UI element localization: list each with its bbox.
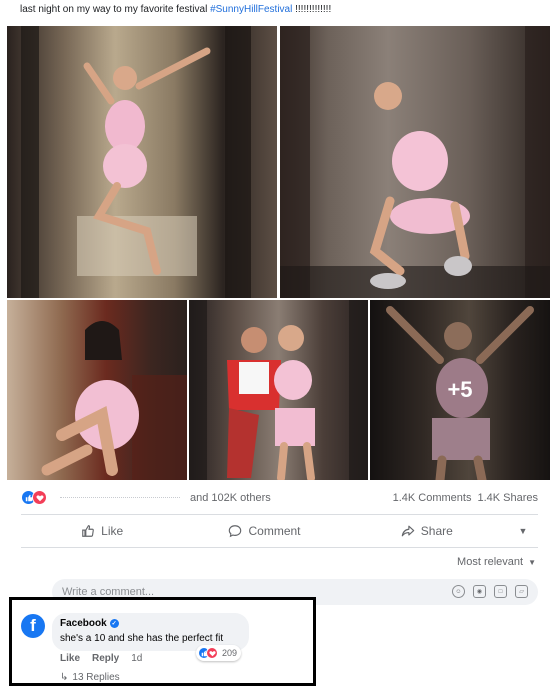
more-photos-overlay[interactable]: +5 bbox=[370, 300, 550, 480]
caret-down-icon: ▼ bbox=[528, 557, 536, 567]
love-reaction-icon bbox=[206, 647, 218, 659]
photo-3[interactable] bbox=[7, 300, 187, 480]
facebook-avatar[interactable]: f bbox=[21, 614, 45, 638]
photo-4[interactable] bbox=[189, 300, 368, 480]
photo-grid: +5 bbox=[0, 22, 554, 486]
like-button-label: Like bbox=[101, 524, 124, 538]
shares-count[interactable]: 1.4K Shares bbox=[477, 492, 538, 504]
thumbs-up-icon bbox=[82, 525, 94, 537]
composer-icons: ☺ ◉ □ ▱ bbox=[452, 585, 528, 598]
divider bbox=[21, 514, 538, 515]
reaction-others-text[interactable]: and 102K others bbox=[190, 492, 271, 504]
divider bbox=[21, 547, 538, 548]
photo-1[interactable] bbox=[7, 26, 277, 298]
view-replies-link[interactable]: ↳ 13 Replies bbox=[60, 672, 120, 683]
reaction-icons[interactable] bbox=[21, 490, 47, 505]
sort-label: Most relevant bbox=[457, 556, 524, 568]
comments-count[interactable]: 1.4K Comments bbox=[393, 492, 472, 504]
comment-author[interactable]: Facebook ✓ bbox=[60, 618, 249, 629]
emoji-icon[interactable]: ☺ bbox=[452, 585, 465, 598]
comment-reply-link[interactable]: Reply bbox=[92, 653, 119, 664]
comment-like-link[interactable]: Like bbox=[60, 653, 80, 664]
gif-icon[interactable]: □ bbox=[494, 585, 507, 598]
camera-icon[interactable]: ◉ bbox=[473, 585, 486, 598]
caption-text: last night on my way to my favorite fest… bbox=[20, 4, 211, 15]
comment-icon bbox=[229, 525, 242, 538]
verified-badge-icon: ✓ bbox=[109, 619, 119, 628]
share-button-label: Share bbox=[420, 524, 453, 538]
like-button[interactable]: Like bbox=[21, 519, 183, 543]
reply-arrow-icon: ↳ bbox=[60, 672, 69, 683]
comment-reactions[interactable]: 209 bbox=[196, 645, 242, 661]
sticker-icon[interactable]: ▱ bbox=[515, 585, 528, 598]
audience-dropdown[interactable]: ▼ bbox=[508, 519, 538, 543]
caret-down-icon: ▼ bbox=[518, 526, 528, 536]
replies-count: 13 Replies bbox=[72, 672, 120, 683]
comment-timestamp[interactable]: 1d bbox=[131, 653, 142, 664]
photo-5[interactable]: +5 bbox=[370, 300, 550, 480]
comment-sort-dropdown[interactable]: Most relevant ▼ bbox=[457, 556, 536, 568]
photo-2[interactable] bbox=[280, 26, 550, 298]
comment-button-label: Comment bbox=[248, 524, 301, 538]
comment-author-name: Facebook bbox=[60, 618, 107, 629]
post-caption: last night on my way to my favorite fest… bbox=[20, 4, 331, 15]
comment-meta: Like Reply 1d bbox=[60, 653, 142, 664]
engagement-counts: 1.4K Comments 1.4K Shares bbox=[393, 492, 538, 504]
reactions-summary: and 102K others 1.4K Comments 1.4K Shares bbox=[0, 488, 554, 508]
love-reaction-icon bbox=[32, 490, 47, 505]
share-arrow-icon bbox=[401, 525, 415, 537]
facebook-logo-icon: f bbox=[30, 616, 36, 635]
comment-reaction-count: 209 bbox=[222, 648, 238, 658]
comment-button[interactable]: Comment bbox=[183, 519, 345, 543]
more-photos-count: +5 bbox=[447, 377, 473, 402]
redacted-names bbox=[60, 497, 180, 499]
post-actions: Like Comment Share ▼ bbox=[21, 519, 538, 543]
share-button[interactable]: Share bbox=[346, 519, 508, 543]
caption-suffix: !!!!!!!!!!!!! bbox=[292, 4, 332, 15]
hashtag-link[interactable]: #SunnyHillFestival bbox=[210, 4, 292, 15]
comment-text: she's a 10 and she has the perfect fit bbox=[60, 633, 224, 644]
